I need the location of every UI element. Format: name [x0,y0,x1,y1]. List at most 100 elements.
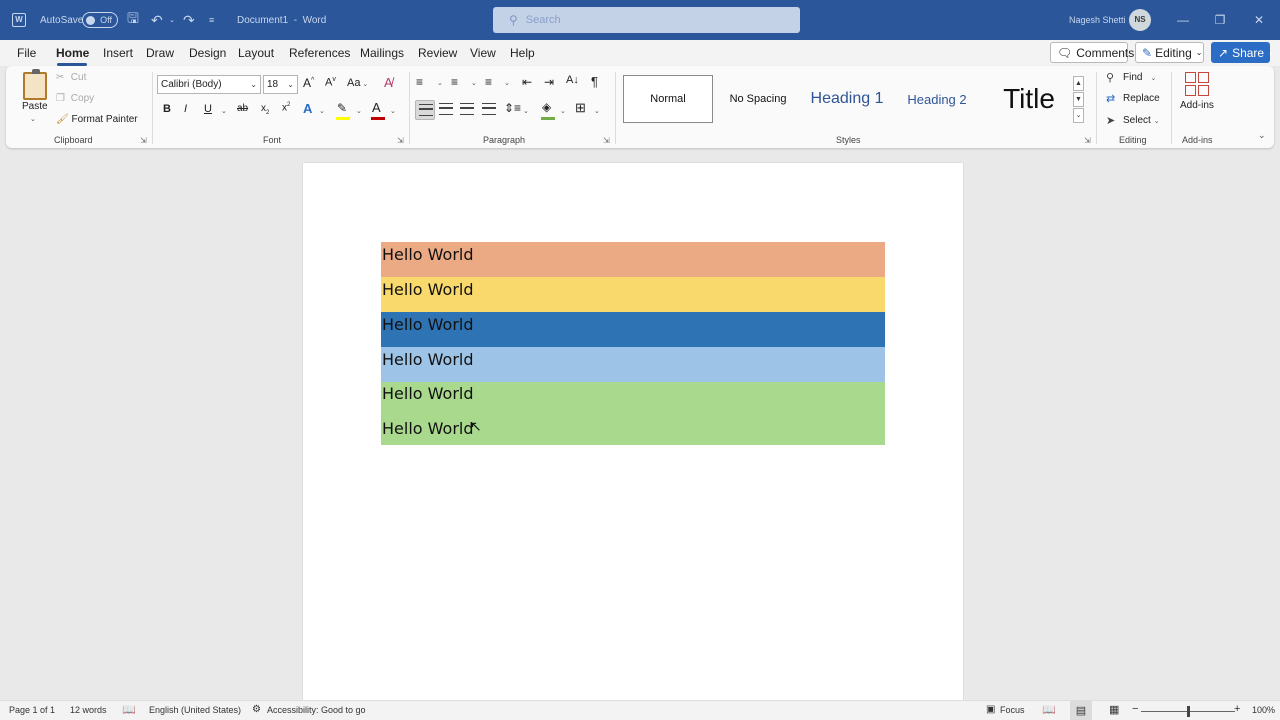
tab-draw[interactable]: Draw [146,46,174,60]
strikethrough-icon[interactable]: ab [237,103,248,114]
document-page[interactable]: Hello World Hello World Hello World Hell… [303,163,963,708]
align-right-icon[interactable] [460,103,474,115]
font-launcher-icon[interactable]: ⇲ [397,136,404,145]
tab-mailings[interactable]: Mailings [360,46,404,60]
justify-icon[interactable] [482,103,496,115]
print-layout-icon[interactable]: ▤ [1070,701,1092,720]
redo-icon[interactable]: ↷ [183,0,195,40]
italic-icon[interactable]: I [184,103,187,115]
tab-review[interactable]: Review [418,46,457,60]
addins-icon[interactable] [1185,72,1209,96]
superscript-icon[interactable]: x2 [282,102,290,113]
search-box[interactable]: ⚲ Search [493,7,800,33]
editing-mode-button[interactable]: ✎ Editing ⌄ [1135,42,1204,63]
sort-icon[interactable]: A↓ [566,74,579,86]
font-name-select[interactable]: Calibri (Body) ⌄ [157,75,261,94]
tab-insert[interactable]: Insert [103,46,133,60]
highlight-dropdown-icon[interactable]: ⌄ [356,107,362,115]
tab-file[interactable]: File [17,46,36,60]
page-count[interactable]: Page 1 of 1 [9,705,55,715]
numbering-icon[interactable]: ≡ [451,75,458,89]
styles-scroll-up-icon[interactable]: ▲ [1073,76,1084,91]
zoom-slider-thumb[interactable] [1187,706,1190,717]
line-spacing-dropdown-icon[interactable]: ⌄ [523,107,529,115]
replace-button[interactable]: ⇄ Replace [1106,92,1160,105]
word-count[interactable]: 12 words [70,705,107,715]
shaded-paragraph[interactable]: Hello World [381,242,885,277]
tab-view[interactable]: View [470,46,496,60]
undo-dropdown-icon[interactable]: ⌄ [169,0,175,40]
zoom-out-button[interactable]: − [1132,703,1138,715]
change-case-icon[interactable]: Aa ⌄ [347,77,368,89]
tab-home[interactable]: Home [56,46,89,60]
undo-icon[interactable]: ↶ [151,0,163,40]
style-no-spacing[interactable]: No Spacing [716,75,800,123]
zoom-in-button[interactable]: + [1234,703,1240,715]
shading-icon[interactable]: ◈ [542,100,551,114]
read-mode-icon[interactable]: 📖 [1042,703,1056,716]
styles-launcher-icon[interactable]: ⇲ [1084,136,1091,145]
shrink-font-icon[interactable]: Av [325,76,336,89]
increase-indent-icon[interactable]: ⇥ [544,75,554,89]
proofing-icon[interactable]: 📖 [122,703,136,716]
comments-button[interactable]: 🗨 Comments [1050,42,1134,63]
paste-dropdown-icon[interactable]: ⌄ [30,115,36,123]
bullets-icon[interactable]: ≡ [416,75,423,89]
find-button[interactable]: ⚲ Find ⌄ [1106,71,1156,84]
align-left-icon[interactable] [415,100,435,120]
collapse-ribbon-icon[interactable]: ⌄ [1258,130,1266,141]
zoom-level[interactable]: 100% [1252,705,1275,715]
focus-button[interactable]: Focus [1000,705,1025,715]
select-button[interactable]: ➤ Select ⌄ [1106,114,1160,127]
autosave-toggle[interactable]: Off [82,0,118,40]
bold-icon[interactable]: B [163,103,171,115]
addins-button-label[interactable]: Add-ins [1180,100,1214,111]
close-icon[interactable]: ✕ [1252,0,1266,40]
multilevel-dropdown-icon[interactable]: ⌄ [504,79,510,87]
cut-button[interactable]: ✂ Cut [56,72,86,83]
tab-layout[interactable]: Layout [238,46,274,60]
font-color-dropdown-icon[interactable]: ⌄ [390,107,396,115]
web-layout-icon[interactable]: ▦ [1109,703,1119,716]
decrease-indent-icon[interactable]: ⇤ [522,75,532,89]
accessibility-status[interactable]: Accessibility: Good to go [267,705,366,715]
font-size-select[interactable]: 18 ⌄ [263,75,298,94]
highlight-icon[interactable]: ✎ [337,101,347,115]
text-effects-icon[interactable]: A [303,101,312,116]
shading-dropdown-icon[interactable]: ⌄ [560,107,566,115]
share-button[interactable]: ↗ Share ⌄ [1211,42,1275,63]
align-center-icon[interactable] [439,103,453,115]
paste-button-label[interactable]: Paste [22,101,48,112]
multilevel-list-icon[interactable]: ≡ [485,75,492,89]
tab-references[interactable]: References [289,46,350,60]
style-heading-1[interactable]: Heading 1 [803,75,891,123]
language-status[interactable]: English (United States) [149,705,241,715]
underline-icon[interactable]: U [204,103,212,115]
style-normal[interactable]: Normal [623,75,713,123]
style-heading-2[interactable]: Heading 2 [894,75,980,123]
format-painter-button[interactable]: 🖌 Format Painter [56,114,138,125]
shaded-paragraph[interactable]: Hello World [381,277,885,312]
font-color-icon[interactable]: A [372,100,381,115]
clipboard-launcher-icon[interactable]: ⇲ [140,136,147,145]
save-icon[interactable]: 🖫 [127,0,139,40]
text-effects-dropdown-icon[interactable]: ⌄ [319,107,325,115]
borders-dropdown-icon[interactable]: ⌄ [594,107,600,115]
shaded-paragraph[interactable]: Hello World [381,347,885,382]
styles-scroll-down-icon[interactable]: ▼ [1073,92,1084,107]
restore-icon[interactable]: ❐ [1213,0,1227,40]
line-spacing-icon[interactable]: ⇕≡ [504,101,521,115]
clear-formatting-icon[interactable]: A̸ [384,75,393,90]
paragraph-launcher-icon[interactable]: ⇲ [603,136,610,145]
subscript-icon[interactable]: x2 [261,103,269,116]
borders-icon[interactable]: ⊞ [575,100,586,116]
customize-qat-icon[interactable]: ≡ [209,0,214,40]
shaded-paragraph[interactable]: Hello World [381,417,885,445]
user-name[interactable]: Nagesh Shetti [1069,0,1126,40]
style-title[interactable]: Title [983,75,1075,123]
grow-font-icon[interactable]: A^ [303,76,314,90]
numbering-dropdown-icon[interactable]: ⌄ [471,79,477,87]
styles-more-icon[interactable]: ⌄ [1073,108,1084,123]
avatar[interactable]: NS [1129,0,1151,40]
paste-icon[interactable] [23,69,47,100]
